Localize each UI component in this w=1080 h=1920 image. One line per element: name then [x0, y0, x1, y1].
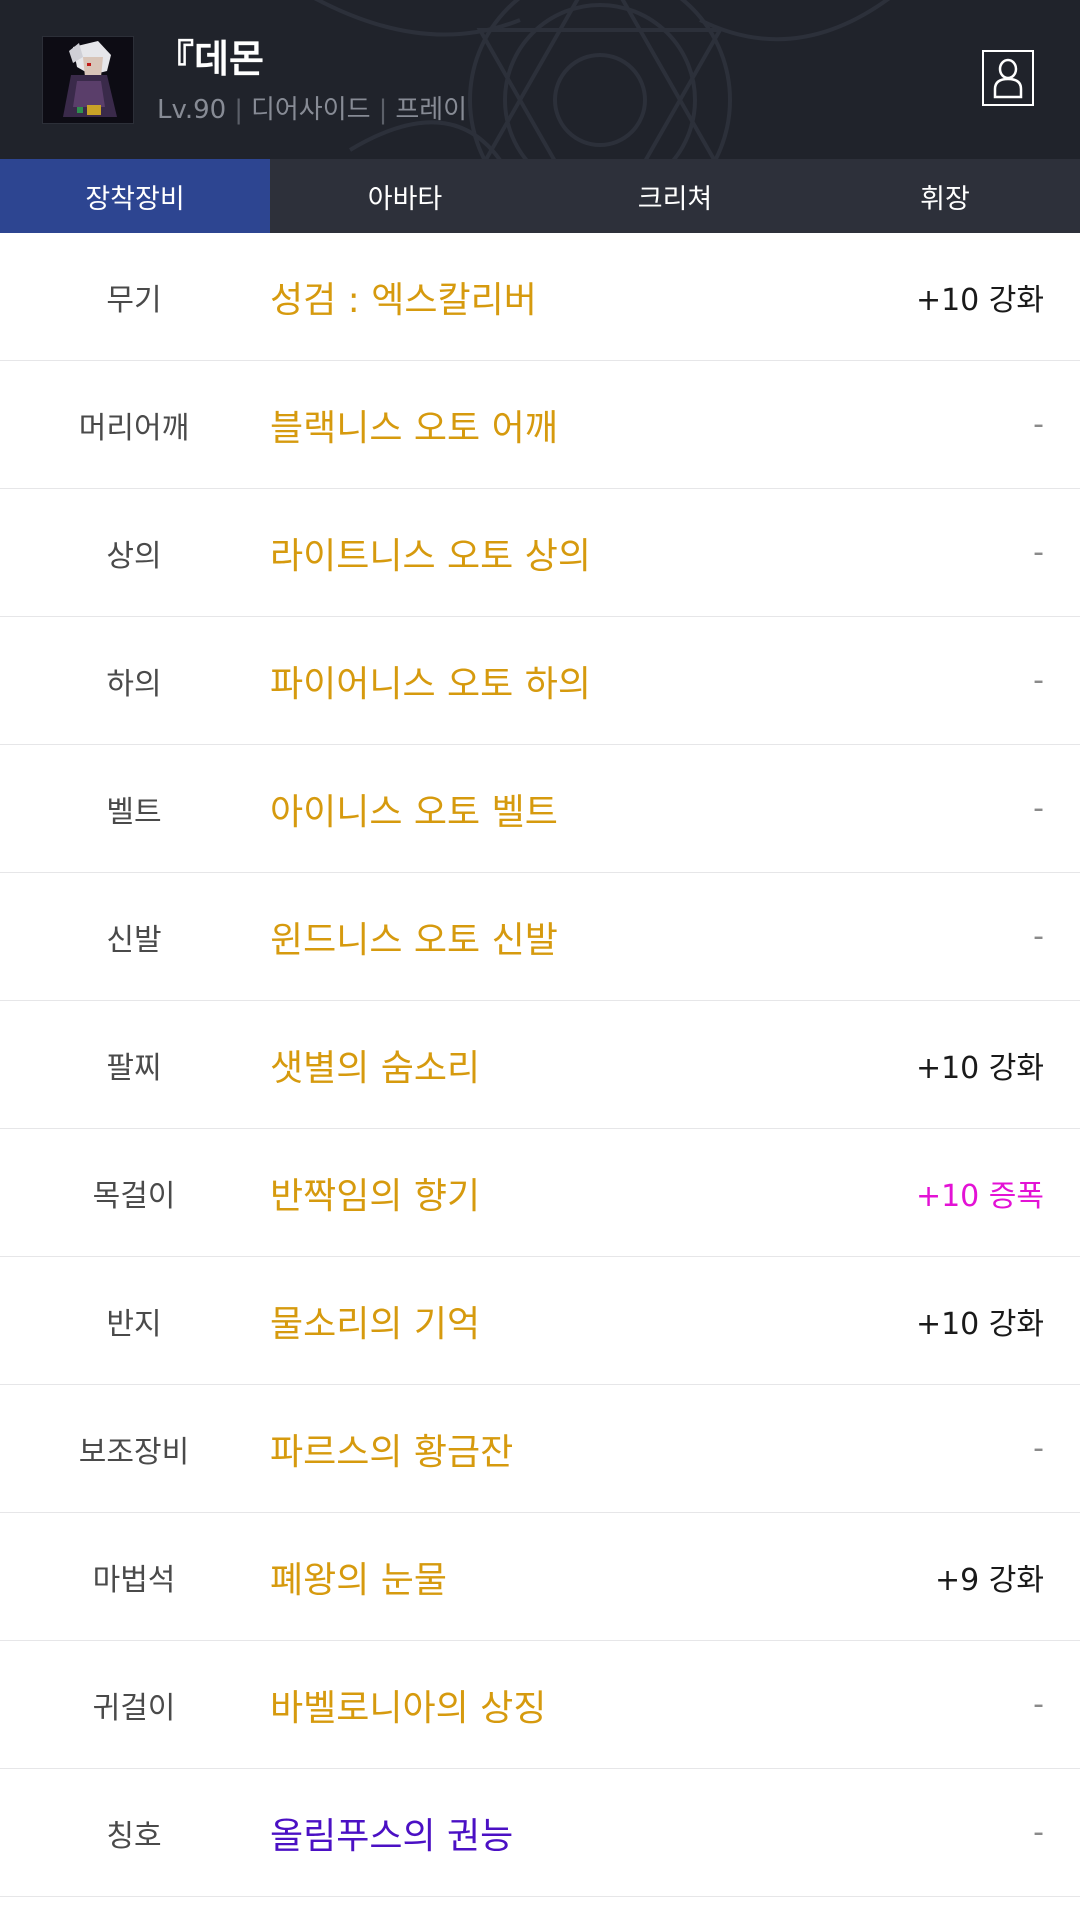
tab-emblem[interactable]: 휘장	[810, 159, 1080, 233]
tab-avatar[interactable]: 아바타	[270, 159, 540, 233]
enhance-level: -	[1033, 791, 1044, 826]
slot-label: 상의	[106, 538, 162, 574]
enhance-level: -	[1033, 663, 1044, 698]
person-outline-icon	[993, 58, 1023, 99]
character-level: Lv.90	[157, 95, 227, 125]
equipment-row-bracelet: 팔찌 샛별의 숨소리 +10 강화	[0, 1001, 1080, 1129]
item-name[interactable]: 파이어니스 오토 하의	[270, 617, 591, 744]
enhance-level: +10 강화	[915, 1050, 1044, 1086]
character-name: 『데몬	[156, 37, 264, 81]
enhance-level: +10 강화	[915, 282, 1044, 318]
slot-label: 반지	[106, 1306, 162, 1342]
item-name[interactable]: 반짝임의 향기	[270, 1129, 480, 1256]
equipment-row-necklace: 목걸이 반짝임의 향기 +10 증폭	[0, 1129, 1080, 1257]
enhance-level: -	[1033, 535, 1044, 570]
profile-button[interactable]	[982, 50, 1034, 106]
separator: |	[234, 95, 243, 125]
slot-label: 목걸이	[92, 1178, 176, 1214]
character-portrait	[43, 37, 133, 123]
equipment-row-earring: 귀걸이 바벨로니아의 상징 -	[0, 1641, 1080, 1769]
slot-label: 팔찌	[106, 1050, 162, 1086]
tab-creature[interactable]: 크리쳐	[540, 159, 810, 233]
character-info: Lv.90 | 디어사이드 | 프레이	[157, 89, 467, 126]
enhance-level: -	[1033, 1687, 1044, 1722]
item-name[interactable]: 아이니스 오토 벨트	[270, 745, 558, 872]
item-name[interactable]: 윈드니스 오토 신발	[270, 873, 558, 1000]
enhance-level: -	[1033, 919, 1044, 954]
enhance-level: +9 강화	[935, 1562, 1044, 1598]
equipment-row-bottom: 하의 파이어니스 오토 하의 -	[0, 617, 1080, 745]
item-name[interactable]: 라이트니스 오토 상의	[270, 489, 591, 616]
item-name[interactable]: 샛별의 숨소리	[270, 1001, 480, 1128]
equipment-list: 무기 성검 : 엑스칼리버 +10 강화 머리어깨 블랙니스 오토 어깨 - 상…	[0, 233, 1080, 1897]
item-name[interactable]: 바벨로니아의 상징	[270, 1641, 546, 1768]
item-name[interactable]: 물소리의 기억	[270, 1257, 480, 1384]
amplify-level: +10 증폭	[915, 1178, 1044, 1214]
slot-label: 칭호	[106, 1818, 162, 1854]
character-header: 『데몬 Lv.90 | 디어사이드 | 프레이	[0, 0, 1080, 159]
equipment-row-shoes: 신발 윈드니스 오토 신발 -	[0, 873, 1080, 1001]
equipment-row-shoulder: 머리어깨 블랙니스 오토 어깨 -	[0, 361, 1080, 489]
slot-label: 하의	[106, 666, 162, 702]
slot-label: 귀걸이	[92, 1690, 176, 1726]
item-name[interactable]: 올림푸스의 권능	[270, 1769, 513, 1896]
slot-label: 보조장비	[78, 1434, 190, 1470]
slot-label: 신발	[106, 922, 162, 958]
equipment-row-weapon: 무기 성검 : 엑스칼리버 +10 강화	[0, 233, 1080, 361]
slot-label: 벨트	[106, 794, 162, 830]
enhance-level: -	[1033, 1431, 1044, 1466]
equipment-row-top: 상의 라이트니스 오토 상의 -	[0, 489, 1080, 617]
character-class: 디어사이드	[250, 95, 371, 125]
slot-label: 무기	[106, 282, 162, 318]
item-name[interactable]: 폐왕의 눈물	[270, 1513, 447, 1640]
enhance-level: +10 강화	[915, 1306, 1044, 1342]
item-name[interactable]: 파르스의 황금잔	[270, 1385, 513, 1512]
separator: |	[378, 95, 388, 125]
server-name: 프레이	[395, 95, 468, 125]
enhance-level: -	[1033, 1815, 1044, 1850]
character-avatar	[42, 36, 134, 124]
slot-label: 머리어깨	[78, 410, 190, 446]
tab-bar: 장착장비 아바타 크리쳐 휘장	[0, 159, 1080, 233]
item-name[interactable]: 성검 : 엑스칼리버	[270, 233, 537, 360]
tab-equipment[interactable]: 장착장비	[0, 159, 270, 233]
equipment-row-support: 보조장비 파르스의 황금잔 -	[0, 1385, 1080, 1513]
slot-label: 마법석	[92, 1562, 176, 1598]
item-name[interactable]: 블랙니스 오토 어깨	[270, 361, 558, 488]
equipment-row-ring: 반지 물소리의 기억 +10 강화	[0, 1257, 1080, 1385]
equipment-row-magic-stone: 마법석 폐왕의 눈물 +9 강화	[0, 1513, 1080, 1641]
equipment-row-belt: 벨트 아이니스 오토 벨트 -	[0, 745, 1080, 873]
enhance-level: -	[1033, 407, 1044, 442]
equipment-row-title: 칭호 올림푸스의 권능 -	[0, 1769, 1080, 1897]
